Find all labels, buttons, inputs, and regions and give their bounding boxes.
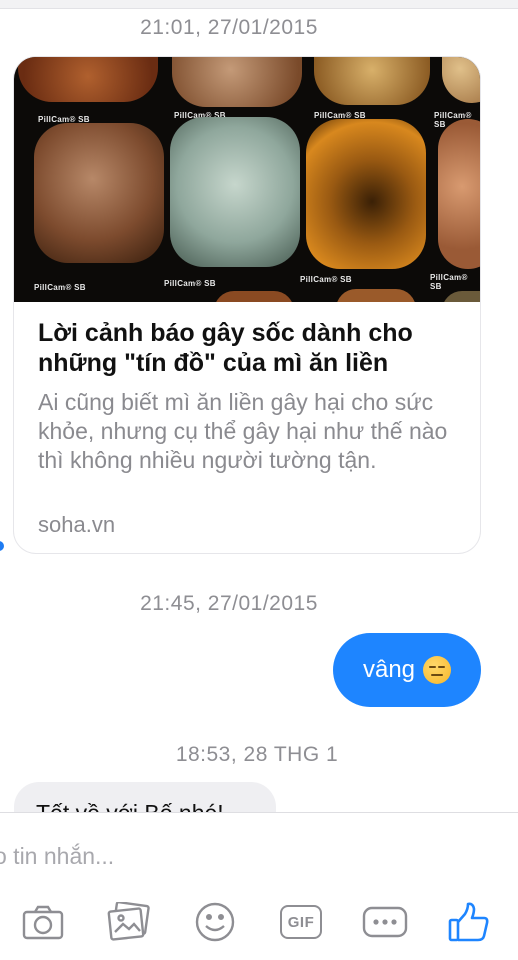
timestamp: 21:01, 27/01/2015 <box>140 16 318 39</box>
thumbnail-label: PillCam® SB <box>300 275 352 284</box>
thumbnail-tile <box>438 119 480 269</box>
thumbnail-label: PillCam® SB <box>164 279 216 288</box>
gif-label: GIF <box>287 913 315 931</box>
top-divider <box>0 0 518 9</box>
like-icon[interactable] <box>446 899 492 945</box>
outgoing-message-text: vâng <box>362 656 416 683</box>
link-preview-card[interactable]: PillCam® SB PillCam® SB PillCam® SB Pill… <box>14 57 480 553</box>
thumbnail-tile <box>314 57 430 105</box>
gif-button[interactable]: GIF <box>278 899 324 945</box>
thumbnail-tile <box>170 117 300 267</box>
more-icon[interactable] <box>362 899 408 945</box>
timestamp: 21:45, 27/01/2015 <box>140 592 318 615</box>
thumbnail-tile <box>306 119 426 269</box>
emoji-icon[interactable] <box>192 899 238 945</box>
link-description: Ai cũng biết mì ăn liền gây hại cho sức … <box>38 389 448 473</box>
outgoing-message-bubble[interactable]: vâng <box>333 633 481 707</box>
link-title[interactable]: Lời cảnh báo gây sốc dành cho những "tín… <box>38 318 458 378</box>
thumbnail-tile <box>34 123 164 263</box>
expressionless-face-icon <box>423 656 452 684</box>
message-composer: o tin nhắn... GIF <box>0 812 518 960</box>
message-input[interactable]: o tin nhắn... <box>0 843 114 870</box>
thumbnail-label: PillCam® SB <box>430 273 468 291</box>
link-card-body[interactable]: Lời cảnh báo gây sốc dành cho những "tín… <box>14 302 480 553</box>
link-source: soha.vn <box>38 512 116 537</box>
messenger-screen: 21:01, 27/01/2015 PillCam® SB PillCam® S… <box>0 0 518 960</box>
thumbnail-tile <box>336 289 416 302</box>
camera-icon[interactable] <box>20 899 66 945</box>
read-indicator <box>0 541 4 551</box>
thumbnail-tile <box>442 57 480 103</box>
timestamp: 18:53, 28 THG 1 <box>175 743 339 766</box>
gif-icon: GIF <box>280 905 322 939</box>
thumbnail-label: PillCam® SB <box>34 283 86 292</box>
thumbnail-tile <box>18 57 158 102</box>
composer-toolbar: GIF <box>0 899 518 949</box>
thumbnail-tile <box>442 291 480 302</box>
thumbnail-tile <box>172 57 302 107</box>
photo-icon[interactable] <box>106 899 152 945</box>
link-thumbnail[interactable]: PillCam® SB PillCam® SB PillCam® SB Pill… <box>14 57 480 302</box>
thumbnail-tile <box>214 291 294 302</box>
